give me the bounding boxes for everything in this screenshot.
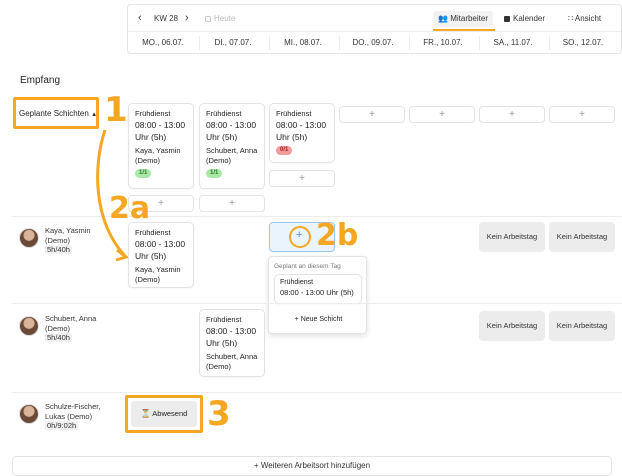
- avatar: [19, 228, 39, 248]
- today-label: Heute: [214, 14, 236, 23]
- planned-shift-card[interactable]: Frühdienst 08:00 - 13:00 Uhr (5h) Schube…: [199, 103, 265, 189]
- absent-label: Abwesend: [152, 409, 188, 418]
- avatar: [19, 404, 39, 424]
- next-week-button[interactable]: ›: [185, 12, 189, 24]
- calendar-icon: [504, 15, 510, 22]
- plus-icon: +: [296, 229, 303, 241]
- employee-hours: 5h/40h: [45, 333, 72, 342]
- shift-time: 08:00 - 13:00 Uhr (5h): [135, 120, 186, 142]
- shift-name: Frühdienst: [206, 109, 242, 118]
- assigned-employee: Kaya, Yasmin (Demo): [135, 146, 181, 165]
- annotation-number: 3: [207, 394, 231, 434]
- row-divider: [12, 303, 622, 304]
- tab-mitarbeiter-label: Mitarbeiter: [450, 14, 488, 23]
- week-toolbar: ‹ KW 28 › Heute 👥 Mitarbeiter Kalender ∷…: [127, 4, 622, 54]
- view-label: Ansicht: [574, 14, 602, 23]
- shift-card[interactable]: Frühdienst 08:00 - 13:00 Uhr (5h) Schube…: [199, 309, 265, 377]
- toolbar-top-row: ‹ KW 28 › Heute 👥 Mitarbeiter Kalender ∷…: [128, 5, 621, 32]
- shift-time: 08:00 - 13:00 Uhr (5h): [206, 120, 257, 142]
- staffing-badge: 0/1: [276, 146, 293, 155]
- day-header: SA., 11.07.: [493, 38, 533, 47]
- day-header: MI., 08.07.: [284, 38, 322, 47]
- new-shift-button[interactable]: + Neue Schicht: [269, 316, 368, 323]
- no-workday-button[interactable]: Kein Arbeitstag: [479, 222, 545, 252]
- add-shift-button[interactable]: +: [409, 106, 475, 123]
- section-title: Empfang: [20, 75, 61, 86]
- day-header: DO., 09.07.: [352, 38, 394, 47]
- tab-mitarbeiter[interactable]: 👥 Mitarbeiter: [433, 11, 493, 27]
- day-header: DI., 07.07.: [214, 38, 252, 47]
- row-divider: [12, 392, 622, 393]
- employee-info[interactable]: Schulze-Fischer, Lukas (Demo) 0h/9:02h: [45, 402, 120, 431]
- add-shift-button[interactable]: +: [199, 195, 265, 212]
- planned-shift-card[interactable]: Frühdienst 08:00 - 13:00 Uhr (5h) Kaya, …: [128, 103, 194, 189]
- caret-up-icon: ▲: [91, 112, 98, 118]
- no-workday-button[interactable]: Kein Arbeitstag: [549, 311, 615, 341]
- day-header: SO., 12.07.: [562, 38, 604, 47]
- add-location-button[interactable]: + Weiteren Arbeitsort hinzufügen: [12, 456, 612, 476]
- day-header: FR., 10.07.: [423, 38, 463, 47]
- day-header: MO., 06.07.: [142, 38, 184, 47]
- annotation-number: 1: [104, 90, 128, 130]
- shift-card[interactable]: Frühdienst 08:00 - 13:00 Uhr (5h) Kaya, …: [128, 222, 194, 288]
- no-workday-button[interactable]: Kein Arbeitstag: [549, 222, 615, 252]
- add-shift-button[interactable]: +: [339, 106, 405, 123]
- employee-name: Schubert, Anna (Demo): [45, 314, 97, 333]
- calendar-small-icon: [205, 15, 211, 22]
- tab-kalender-label: Kalender: [513, 14, 546, 23]
- shift-time: 08:00 - 13:00 Uhr (5h): [206, 326, 257, 348]
- shift-popover: Geplant an diesem Tag Frühdienst 08:00 -…: [268, 256, 367, 334]
- absent-button[interactable]: ⏳ Abwesend: [131, 401, 197, 427]
- shift-name: Frühdienst: [276, 109, 312, 118]
- shift-name: Frühdienst: [135, 228, 171, 237]
- shift-name: Frühdienst: [206, 315, 242, 324]
- shift-name: Frühdienst: [135, 109, 171, 118]
- assigned-employee: Schubert, Anna (Demo): [206, 146, 258, 165]
- add-shift-button[interactable]: +: [549, 106, 615, 123]
- tab-kalender[interactable]: Kalender: [504, 13, 545, 25]
- prev-week-button[interactable]: ‹: [138, 12, 142, 24]
- popover-title: Geplant an diesem Tag: [274, 263, 341, 270]
- absent-icon: ⏳: [140, 409, 151, 418]
- employee-hours: 0h/9:02h: [45, 421, 79, 430]
- employee-info[interactable]: Kaya, Yasmin (Demo) 5h/40h: [45, 226, 115, 255]
- employee-hours: 5h/40h: [45, 245, 72, 254]
- annotation-number: 2b: [316, 218, 359, 253]
- active-tab-indicator: [433, 29, 495, 31]
- view-button[interactable]: ∷ Ansicht: [568, 13, 601, 25]
- staffing-badge: 1/1: [135, 169, 152, 178]
- week-label: KW 28: [154, 14, 179, 23]
- assigned-employee: Kaya, Yasmin (Demo): [135, 265, 181, 284]
- assigned-employee: Schubert, Anna (Demo): [206, 352, 258, 371]
- shift-time: 08:00 - 13:00 Uhr (5h): [276, 120, 327, 142]
- planned-shift-card[interactable]: Frühdienst 08:00 - 13:00 Uhr (5h) 0/1: [269, 103, 335, 163]
- staffing-badge: 1/1: [206, 169, 223, 178]
- people-icon: 👥: [438, 14, 448, 23]
- add-shift-button[interactable]: +: [479, 106, 545, 123]
- shift-time: 08:00 - 13:00 Uhr (5h): [280, 288, 354, 297]
- planned-shifts-toggle[interactable]: Geplante Schichten ▲: [19, 109, 97, 118]
- popover-shift-item[interactable]: Frühdienst 08:00 - 13:00 Uhr (5h): [274, 274, 362, 304]
- annotation-number: 2a: [109, 191, 151, 226]
- employee-name: Schulze-Fischer, Lukas (Demo): [45, 402, 101, 421]
- employee-info[interactable]: Schubert, Anna (Demo) 5h/40h: [45, 314, 115, 343]
- employee-name: Kaya, Yasmin (Demo): [45, 226, 91, 245]
- planned-shifts-label: Geplante Schichten: [19, 109, 89, 118]
- sliders-icon: ∷: [568, 14, 574, 23]
- avatar: [19, 316, 39, 336]
- shift-time: 08:00 - 13:00 Uhr (5h): [135, 239, 186, 261]
- add-shift-button[interactable]: +: [269, 170, 335, 187]
- shift-name: Frühdienst: [280, 279, 314, 286]
- no-workday-button[interactable]: Kein Arbeitstag: [479, 311, 545, 341]
- today-button[interactable]: Heute: [205, 13, 235, 25]
